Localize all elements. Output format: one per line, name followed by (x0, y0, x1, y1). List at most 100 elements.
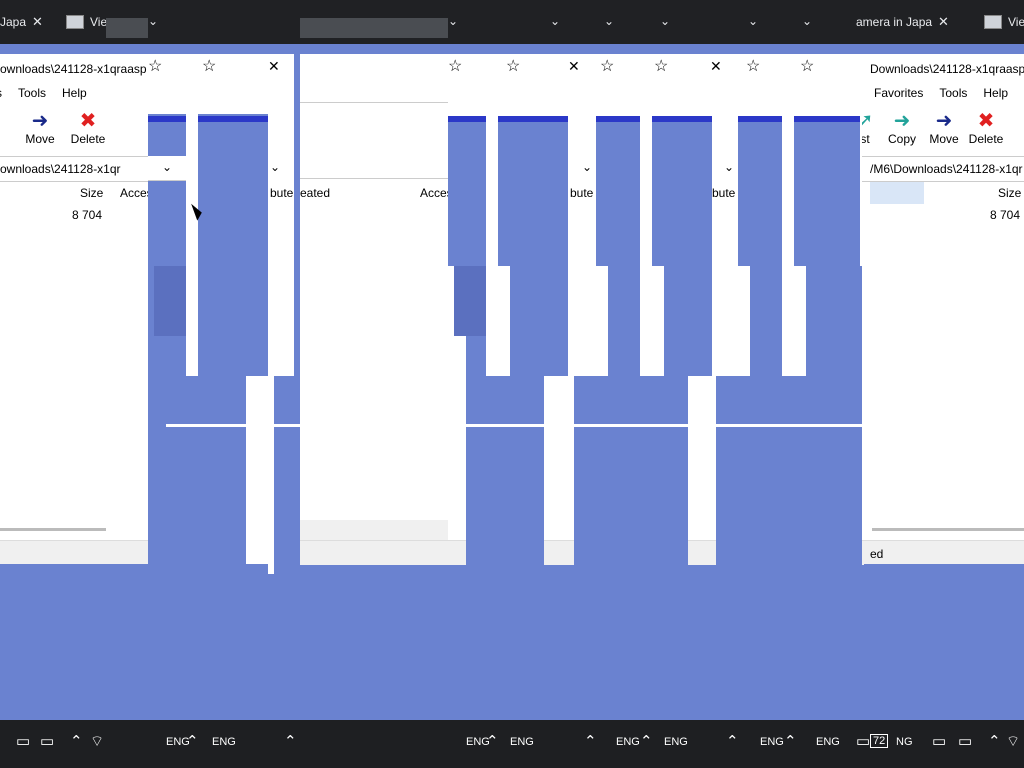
divider (574, 424, 688, 427)
chevron-up-icon[interactable]: ⌃ (726, 732, 739, 750)
path-bar[interactable]: /M6\Downloads\241128-x1qr (862, 156, 1024, 182)
white-gap (246, 376, 274, 564)
close-icon[interactable]: ✕ (710, 58, 722, 75)
browser-tab[interactable]: View (984, 0, 1024, 44)
star-icon[interactable]: ☆ (746, 56, 760, 76)
tab-title: View (1008, 15, 1024, 29)
chevron-down-icon[interactable]: ⌄ (582, 160, 592, 174)
clock-badge[interactable]: 72 (870, 734, 889, 748)
browser-tab[interactable]: Japa ✕ (0, 0, 43, 44)
chevron-down-icon[interactable]: ⌄ (802, 14, 812, 28)
star-icon[interactable]: ☆ (202, 56, 216, 76)
copy-arrow-icon: ➜ (893, 110, 911, 132)
language-indicator[interactable]: ENG (212, 736, 236, 748)
blue-panel (448, 122, 486, 266)
chevron-down-icon[interactable]: ⌄ (604, 14, 614, 28)
paste-button[interactable]: ➚ st (862, 110, 878, 146)
monitor-icon[interactable]: ▭ (932, 732, 946, 750)
language-indicator[interactable]: ENG (510, 736, 534, 748)
chevron-up-icon[interactable]: ⌃ (284, 732, 297, 750)
file-manager-window: Downloads\241128-x1qraasp Favorites Tool… (862, 54, 1024, 564)
path-bar[interactable]: ownloads\241128-x1qr (0, 156, 148, 182)
chevron-down-icon[interactable]: ⌄ (162, 160, 172, 174)
chevron-down-icon[interactable]: ⌄ (448, 14, 458, 28)
chevron-up-icon[interactable]: ⌃ (70, 732, 83, 750)
close-icon[interactable]: ✕ (568, 58, 580, 75)
menu-item-tools[interactable]: Tools (939, 86, 967, 100)
browser-tab[interactable]: amera in Japa ✕ (856, 0, 949, 44)
tab-close-icon[interactable]: ✕ (32, 14, 43, 30)
copy-button[interactable]: ➜ Copy (884, 110, 920, 146)
menu-item-help[interactable]: Help (62, 86, 87, 100)
menu-item-tools[interactable]: Tools (18, 86, 46, 100)
move-button[interactable]: ➜ Move (926, 110, 962, 146)
tab-close-icon[interactable]: ✕ (938, 14, 949, 30)
window-fragment (148, 88, 186, 114)
copy-button[interactable]: ➜y (0, 110, 10, 146)
star-icon[interactable]: ☆ (600, 56, 614, 76)
language-indicator[interactable]: ENG (664, 736, 688, 748)
monitor-icon[interactable]: ▭ (856, 732, 870, 750)
column-header-created[interactable]: eated (300, 186, 330, 200)
chevron-up-icon[interactable]: ⌃ (784, 732, 797, 750)
move-button[interactable]: ➜ Move (22, 110, 58, 146)
monitor-icon[interactable]: ▭ (958, 732, 972, 750)
monitor-icon[interactable]: ▭ (16, 732, 30, 750)
wifi-icon[interactable]: ⌔ (90, 732, 104, 751)
language-indicator[interactable]: ENG (616, 736, 640, 748)
column-header-attribute[interactable]: bute (570, 186, 593, 200)
star-icon[interactable]: ☆ (506, 56, 520, 76)
chevron-down-icon[interactable]: ⌄ (748, 14, 758, 28)
star-icon[interactable]: ☆ (448, 56, 462, 76)
blue-panel (454, 266, 486, 336)
blue-panel (738, 122, 782, 266)
chevron-up-icon[interactable]: ⌃ (640, 732, 653, 750)
blue-panel (652, 122, 712, 266)
star-icon[interactable]: ☆ (800, 56, 814, 76)
column-header-selected[interactable] (870, 182, 924, 204)
window-fragment (198, 88, 268, 114)
path-text: ownloads\241128-x1qr (0, 162, 121, 176)
wifi-icon[interactable]: ⌔ (1006, 732, 1020, 751)
divider (274, 424, 300, 427)
language-indicator[interactable]: ENG (760, 736, 784, 748)
menu-item-favorites[interactable]: Favorites (874, 86, 923, 100)
close-icon[interactable]: ✕ (268, 58, 280, 75)
column-header-accessed[interactable]: Acces (120, 186, 148, 200)
delete-x-icon: ✖ (977, 110, 995, 132)
horizontal-scrollbar[interactable] (872, 528, 1024, 531)
file-manager-window: ownloads\241128-x1qraasp s Tools Help ➜y… (0, 54, 148, 564)
chevron-down-icon[interactable]: ⌄ (660, 14, 670, 28)
language-indicator[interactable]: NG (896, 736, 913, 748)
horizontal-scrollbar[interactable] (0, 528, 106, 531)
chevron-down-icon[interactable]: ⌄ (270, 160, 280, 174)
row-size: 8 704 (990, 208, 1021, 222)
monitor-icon[interactable]: ▭ (40, 732, 54, 750)
star-icon[interactable]: ☆ (654, 56, 668, 76)
chevron-up-icon[interactable]: ⌃ (584, 732, 597, 750)
language-indicator[interactable]: ENG (816, 736, 840, 748)
blue-panel (510, 266, 568, 376)
chevron-up-icon[interactable]: ⌃ (988, 732, 1001, 750)
file-manager-window: eated (300, 54, 448, 565)
star-icon[interactable]: ☆ (148, 56, 162, 76)
menu-item-help[interactable]: Help (983, 86, 1008, 100)
blue-panel (608, 266, 640, 376)
status-text: ed (870, 547, 884, 561)
column-header-size[interactable]: Size (80, 186, 103, 200)
tab-favicon-icon (66, 15, 84, 29)
column-header-attribute[interactable]: bute (712, 186, 735, 200)
blue-panel (274, 376, 300, 720)
chevron-down-icon[interactable]: ⌄ (148, 14, 158, 28)
chevron-up-icon[interactable]: ⌃ (186, 732, 199, 750)
chevron-down-icon[interactable]: ⌄ (550, 14, 560, 28)
delete-button[interactable]: ✖ Delete (70, 110, 106, 146)
delete-button[interactable]: ✖ Delete (968, 110, 1004, 146)
chevron-up-icon[interactable]: ⌃ (486, 732, 499, 750)
blue-panel (466, 376, 544, 720)
menu-item[interactable]: s (0, 86, 2, 100)
chevron-down-icon[interactable]: ⌄ (724, 160, 734, 174)
column-header-attribute[interactable]: bute (270, 186, 293, 200)
column-header-size[interactable]: Size (998, 186, 1021, 200)
move-arrow-icon: ➜ (31, 110, 49, 132)
